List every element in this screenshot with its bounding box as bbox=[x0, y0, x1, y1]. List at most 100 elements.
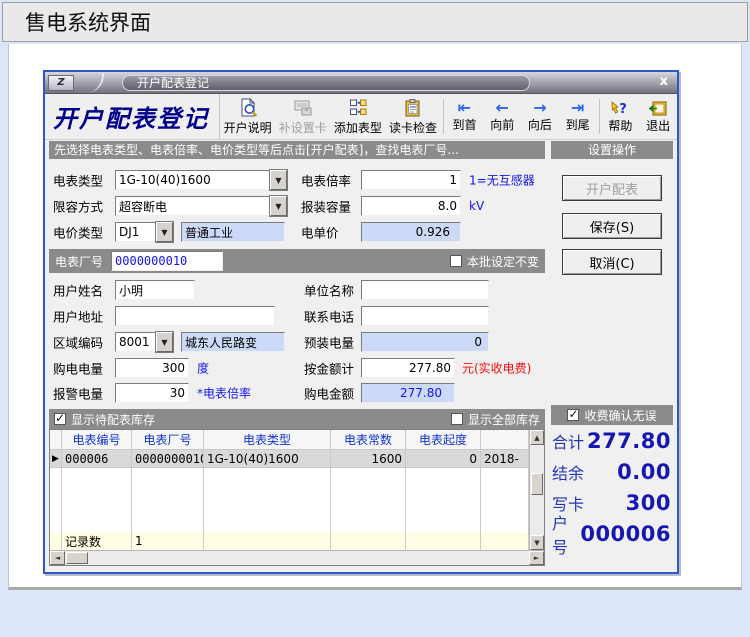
close-icon[interactable]: x bbox=[660, 74, 668, 89]
exit-button-label: 退出 bbox=[646, 117, 670, 134]
scroll-left-icon[interactable]: ◄ bbox=[50, 551, 65, 565]
table-horizontal-scrollbar[interactable]: ◄ ► bbox=[50, 550, 544, 565]
total-label: 合计 bbox=[552, 429, 584, 453]
preload-value: 0 bbox=[361, 332, 489, 352]
row-selector-icon: ▶ bbox=[50, 450, 62, 468]
record-count-value: 1 bbox=[132, 532, 204, 550]
supplement-card-button[interactable]: * 补设置卡 bbox=[275, 94, 330, 139]
account-no-row: 户号 000006 bbox=[551, 518, 673, 549]
limit-mode-row: 限容方式 超容断电 ▼ 报装容量 kV bbox=[49, 193, 545, 219]
col-header[interactable] bbox=[481, 430, 529, 450]
preload-label: 预装电量 bbox=[304, 333, 354, 352]
scroll-up-icon[interactable]: ▲ bbox=[530, 430, 544, 445]
balance-label: 结余 bbox=[552, 460, 584, 484]
scroll-right-icon[interactable]: ► bbox=[529, 551, 544, 565]
col-header[interactable]: 电表编号 bbox=[62, 430, 132, 450]
fee-confirm-label: 收费确认无误 bbox=[584, 407, 656, 424]
save-button[interactable]: 保存(S) bbox=[562, 213, 662, 239]
col-header[interactable]: 电表常数 bbox=[331, 430, 406, 450]
area-code-row: 区域编码 8001 ▼ 城东人民路变 预装电量 0 bbox=[49, 329, 545, 355]
go-next-icon: → bbox=[533, 100, 546, 116]
cancel-button[interactable]: 取消(C) bbox=[562, 249, 662, 275]
toolbar-button-label: 添加表型 bbox=[334, 119, 382, 136]
help-icon: ? bbox=[610, 100, 630, 117]
col-header[interactable]: 电表厂号 bbox=[132, 430, 204, 450]
chevron-down-icon[interactable]: ▼ bbox=[156, 222, 173, 242]
by-amount-hint: 元(实收电费) bbox=[462, 359, 531, 376]
toolbar-heading: 开户配表登记 bbox=[45, 94, 220, 139]
cell-meter-no: 000006 bbox=[62, 450, 132, 468]
meter-type-label: 电表类型 bbox=[53, 171, 103, 190]
price-type-combo[interactable]: DJ1 ▼ bbox=[115, 222, 173, 242]
cell-factory-no: 0000000010 bbox=[132, 450, 204, 468]
help-button-label: 帮助 bbox=[608, 117, 632, 134]
nav-button-label: 到尾 bbox=[566, 116, 590, 133]
by-amount-input[interactable] bbox=[361, 358, 455, 378]
show-all-checkbox[interactable] bbox=[451, 413, 463, 425]
show-pending-checkbox[interactable] bbox=[54, 413, 66, 425]
purchase-qty-input[interactable] bbox=[115, 358, 189, 378]
titlebar-swoosh-decoration bbox=[78, 73, 104, 93]
table-row[interactable]: ▶ 000006 0000000010 1G-10(40)1600 1600 0… bbox=[50, 450, 529, 468]
user-address-label: 用户地址 bbox=[53, 307, 103, 326]
open-account-info-button[interactable]: 开户说明 bbox=[220, 94, 275, 139]
exit-button[interactable]: 退出 bbox=[639, 94, 677, 139]
open-account-assign-button[interactable]: 开户配表 bbox=[562, 175, 662, 201]
org-name-input[interactable] bbox=[361, 280, 489, 300]
help-button[interactable]: ? 帮助 bbox=[602, 94, 640, 139]
phone-input[interactable] bbox=[361, 306, 489, 326]
alarm-qty-row: 报警电量 *电表倍率 购电金额 277.80 bbox=[49, 380, 545, 405]
by-amount-label: 按金额计 bbox=[304, 358, 354, 377]
capacity-unit: kV bbox=[469, 199, 484, 213]
area-code-combo[interactable]: 8001 ▼ bbox=[115, 332, 173, 352]
read-card-check-button[interactable]: 读卡检查 bbox=[385, 94, 440, 139]
dialog-title: 开户配表登记 bbox=[122, 75, 530, 91]
alarm-qty-label: 报警电量 bbox=[53, 383, 103, 402]
show-pending-label: 显示待配表库存 bbox=[71, 411, 155, 428]
chevron-down-icon[interactable]: ▼ bbox=[270, 170, 287, 190]
capacity-input[interactable] bbox=[361, 196, 461, 216]
chevron-down-icon[interactable]: ▼ bbox=[156, 332, 173, 352]
batch-fixed-checkbox[interactable] bbox=[450, 255, 462, 267]
price-type-name: 普通工业 bbox=[181, 222, 285, 242]
go-first-button[interactable]: ⇤ 到首 bbox=[446, 94, 484, 139]
go-previous-button[interactable]: ← 向前 bbox=[483, 94, 521, 139]
dialog-titlebar[interactable]: Z 开户配表登记 x bbox=[45, 72, 677, 94]
inventory-filter-bar: 显示待配表库存 显示全部库存 bbox=[49, 409, 545, 429]
alarm-qty-input[interactable] bbox=[115, 383, 189, 403]
purchase-amount-label: 购电金额 bbox=[304, 383, 354, 402]
user-name-label: 用户姓名 bbox=[53, 281, 103, 300]
scrollbar-thumb[interactable] bbox=[531, 473, 543, 495]
show-all-label: 显示全部库存 bbox=[468, 411, 540, 428]
col-header[interactable]: 电表起度 bbox=[406, 430, 481, 450]
capacity-label: 报装容量 bbox=[301, 197, 351, 216]
purchase-amount-value: 277.80 bbox=[361, 383, 455, 403]
cell-start-reading: 0 bbox=[406, 450, 481, 468]
scroll-down-icon[interactable]: ▼ bbox=[530, 535, 544, 550]
fee-confirm-checkbox[interactable] bbox=[567, 409, 579, 421]
factory-number-input[interactable] bbox=[111, 251, 223, 271]
unit-price-value: 0.926 bbox=[361, 222, 461, 242]
price-type-code: DJ1 bbox=[115, 222, 156, 242]
user-address-input[interactable] bbox=[115, 306, 275, 326]
col-header[interactable]: 电表类型 bbox=[204, 430, 331, 450]
go-last-button[interactable]: ⇥ 到尾 bbox=[559, 94, 597, 139]
chevron-down-icon[interactable]: ▼ bbox=[270, 196, 287, 216]
area-code-value: 8001 bbox=[115, 332, 156, 352]
limit-mode-label: 限容方式 bbox=[53, 197, 103, 216]
factory-number-bar: 电表厂号 本批设定不变 bbox=[49, 249, 545, 273]
table-vertical-scrollbar[interactable]: ▲ ▼ bbox=[529, 430, 544, 550]
meter-type-combo[interactable]: 1G-10(40)1600 ▼ bbox=[115, 170, 287, 190]
toolbar-button-label: 开户说明 bbox=[224, 119, 272, 136]
limit-mode-combo[interactable]: 超容断电 ▼ bbox=[115, 196, 287, 216]
purchase-qty-row: 购电电量 度 按金额计 元(实收电费) bbox=[49, 355, 545, 380]
nav-button-label: 到首 bbox=[452, 116, 476, 133]
add-meter-type-button[interactable]: 添加表型 bbox=[330, 94, 385, 139]
meter-ratio-input[interactable] bbox=[361, 170, 461, 190]
toolbar-separator bbox=[599, 99, 600, 134]
content-card: Z 开户配表登记 x 开户配表登记 开户说明 bbox=[8, 44, 742, 590]
user-name-input[interactable] bbox=[115, 280, 195, 300]
go-next-button[interactable]: → 向后 bbox=[521, 94, 559, 139]
factory-number-label: 电表厂号 bbox=[55, 253, 103, 270]
scrollbar-thumb[interactable] bbox=[66, 552, 88, 564]
